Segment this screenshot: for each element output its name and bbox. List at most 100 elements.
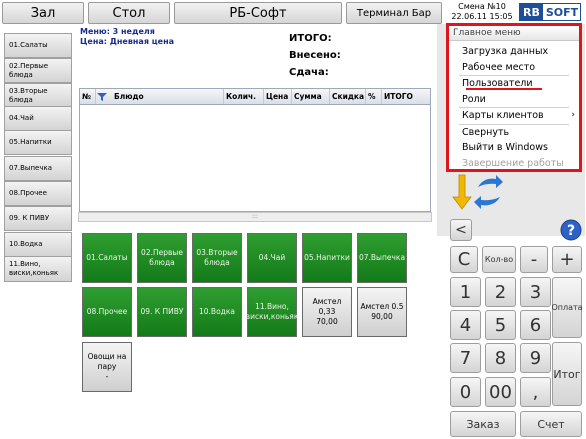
rbsoft-button[interactable]: РБ-Софт [174,2,342,24]
total-button-label: Итог [553,367,581,381]
product-tile[interactable]: 05.Напитки [302,233,352,283]
product-tile[interactable]: Амстел 0.5 90,00 [357,287,407,337]
grid-splitter[interactable]: ::: [78,212,432,222]
product-tile[interactable]: 08.Прочее [82,287,132,337]
change-label: Сдача: [289,67,329,78]
total-button[interactable]: Итог [552,342,582,406]
product-tile[interactable]: 01.Салаты [82,233,132,283]
digit-key[interactable]: 6 [520,310,551,340]
filter-icon[interactable] [96,89,112,104]
main-menu-popup: Главное меню Загрузка данных Рабочее мес… [446,23,582,172]
minus-button[interactable]: - [520,246,548,273]
category-button[interactable]: 01.Салаты [4,33,72,58]
product-tile[interactable]: 11.Вино, виски,коньяк [246,287,298,337]
order-label: Заказ [466,417,500,431]
menu-item-minimize[interactable]: Свернуть [449,125,579,141]
digit-key[interactable]: 4 [450,310,481,340]
order-button[interactable]: Заказ [450,411,516,437]
main-menu-title: Главное меню [449,26,579,41]
bill-label: Счет [537,417,565,431]
clear-label: C [457,249,471,270]
logo-soft: SOFT [545,5,579,19]
pay-button[interactable]: Оплата [551,277,583,338]
digit-key[interactable]: 00 [485,377,516,407]
menu-item-shutdown: Завершение работы [462,157,564,169]
category-button[interactable]: 05.Напитки [4,130,72,155]
col-total: ИТОГО [384,92,413,101]
bill-button[interactable]: Счет [520,411,582,437]
digit-key[interactable]: , [520,377,551,407]
col-number: № [80,89,96,104]
menu-item-roles[interactable]: Роли [449,92,579,108]
col-price: Цена [264,89,292,104]
transfer-arrows-icon[interactable] [448,173,504,213]
category-button[interactable]: 02.Первые блюда [4,58,72,83]
col-sum: Сумма [292,89,330,104]
digit-key[interactable]: 0 [450,377,481,407]
menu-item-load-data[interactable]: Загрузка данных [449,44,579,60]
plus-button[interactable]: + [552,246,582,273]
logo-rb: RB [520,4,543,20]
col-dish: Блюдо [112,89,224,104]
category-button[interactable]: 08.Прочее [4,181,72,206]
table-label: Стол [112,5,146,21]
minus-label: - [530,249,538,270]
client-cards-label: Карты клиентов [462,110,544,121]
back-button[interactable]: < [450,219,472,241]
users-highlight-underline [466,88,542,90]
digit-key[interactable]: 8 [485,343,516,373]
digit-key[interactable]: 2 [485,277,516,307]
back-label: < [455,222,467,238]
submenu-arrow-icon: › [571,110,575,120]
col-discount: Скидка [330,89,366,104]
clear-button[interactable]: C [450,246,478,273]
menu-item-exit-windows[interactable]: Выйти в Windows [449,140,579,156]
table-button[interactable]: Стол [88,2,170,24]
quantity-button[interactable]: Кол-во [482,246,516,273]
plus-label: + [559,249,575,270]
help-icon[interactable]: ? [560,219,582,241]
price-type-label: Цена: Дневная цена [80,37,175,46]
product-tile[interactable]: Амстел 0,33 70,00 [302,287,352,337]
terminal-button[interactable]: Терминал Бар [346,2,442,24]
product-tile[interactable]: 04.Чай [247,233,297,283]
quantity-label: Кол-во [484,255,514,264]
pay-label: Оплата [551,303,583,312]
splitter-grip: ::: [251,213,259,220]
product-tile[interactable]: 07.Выпечка [357,233,407,283]
menu-item-workplace[interactable]: Рабочее место [449,60,579,76]
paid-label: Внесено: [289,50,341,61]
category-button[interactable]: 07.Выпечка [4,156,72,181]
shift-info: Смена №10 22.06.11 15:05 [448,2,516,22]
category-button[interactable]: 11.Вино, виски,коньяк [4,256,72,282]
product-tile[interactable]: 09. К ПИВУ [137,287,187,337]
product-tile[interactable]: 10.Водка [192,287,242,337]
order-grid[interactable]: № Блюдо Колич. Цена Сумма Скидка % ИТОГО [79,88,431,212]
product-tile[interactable]: 03.Вторые блюда [192,233,242,283]
digit-key[interactable]: 3 [520,277,551,307]
total-label: ИТОГО: [289,33,332,44]
product-tile[interactable]: 02.Первые блюда [137,233,187,283]
product-tile[interactable]: Овощи на пару - [82,342,132,392]
category-button[interactable]: 10.Водка [4,232,72,257]
rbsoft-label: РБ-Софт [229,5,287,21]
col-percent: % [366,89,382,104]
menu-item-client-cards[interactable]: Карты клиентов › [449,108,579,124]
rbsoft-logo[interactable]: RB SOFT [519,3,581,21]
digit-key[interactable]: 9 [520,343,551,373]
category-button[interactable]: 09. К ПИВУ [4,206,72,231]
help-label: ? [567,223,575,239]
digit-key[interactable]: 7 [450,343,481,373]
col-qty: Колич. [224,89,264,104]
category-button[interactable]: 03.Вторые блюда [4,83,72,108]
order-grid-header: № Блюдо Колич. Цена Сумма Скидка % ИТОГО [80,89,430,105]
hall-button[interactable]: Зал [2,2,84,24]
hall-label: Зал [30,5,56,21]
shift-datetime: 22.06.11 15:05 [451,12,513,21]
terminal-label: Терминал Бар [356,7,432,19]
digit-key[interactable]: 1 [450,277,481,307]
digit-key[interactable]: 5 [485,310,516,340]
shift-number: Смена №10 [458,2,506,11]
menu-week-label: Меню: 3 неделя [80,27,155,36]
category-button[interactable]: 04.Чай [4,106,72,131]
